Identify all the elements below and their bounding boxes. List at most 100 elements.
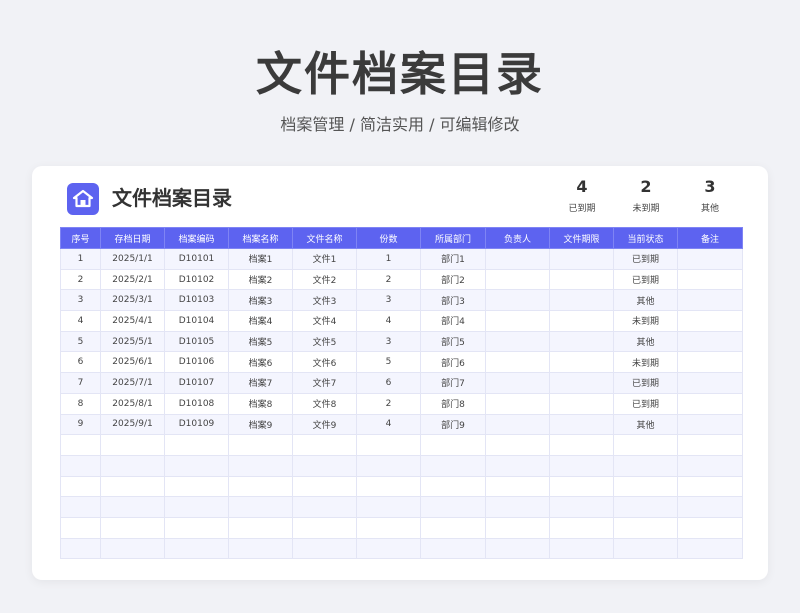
table-cell[interactable]: 6 (60, 351, 101, 374)
table-cell[interactable]: 部门3 (420, 289, 486, 312)
table-cell[interactable] (228, 516, 293, 539)
table-cell[interactable] (485, 330, 550, 353)
table-cell[interactable] (485, 434, 550, 456)
table-cell[interactable] (677, 537, 743, 560)
table-cell[interactable] (549, 372, 614, 394)
table-cell[interactable] (356, 475, 421, 498)
table-cell[interactable] (677, 475, 743, 498)
table-cell[interactable]: 已到期 (613, 372, 678, 394)
table-cell[interactable]: D10106 (164, 351, 229, 374)
table-cell[interactable]: 7 (60, 372, 101, 394)
table-cell[interactable] (292, 537, 357, 560)
table-cell[interactable]: 4 (356, 413, 421, 436)
table-cell[interactable]: 2025/8/1 (100, 392, 165, 415)
table-cell[interactable] (613, 537, 678, 560)
table-cell[interactable]: 文件6 (292, 351, 357, 374)
table-cell[interactable]: 4 (356, 310, 421, 332)
table-cell[interactable]: 文件1 (292, 248, 357, 270)
table-cell[interactable]: 部门7 (420, 372, 486, 394)
table-cell[interactable]: 部门1 (420, 248, 486, 270)
table-cell[interactable]: 档案1 (228, 248, 293, 270)
table-cell[interactable] (549, 537, 614, 560)
table-cell[interactable] (100, 475, 165, 498)
table-cell[interactable]: 1 (356, 248, 421, 270)
table-cell[interactable] (292, 516, 357, 539)
table-cell[interactable] (549, 454, 614, 477)
table-cell[interactable] (485, 248, 550, 270)
table-cell[interactable] (677, 330, 743, 353)
table-cell[interactable] (100, 454, 165, 477)
table-cell[interactable]: 文件4 (292, 310, 357, 332)
table-cell[interactable] (420, 434, 486, 456)
table-cell[interactable] (549, 392, 614, 415)
table-cell[interactable]: 文件8 (292, 392, 357, 415)
table-cell[interactable]: 3 (356, 330, 421, 353)
table-cell[interactable] (549, 248, 614, 270)
table-cell[interactable] (549, 268, 614, 291)
table-cell[interactable] (485, 496, 550, 518)
table-cell[interactable] (356, 537, 421, 560)
table-cell[interactable] (60, 537, 101, 560)
table-cell[interactable]: D10107 (164, 372, 229, 394)
table-cell[interactable] (60, 496, 101, 518)
table-cell[interactable] (228, 475, 293, 498)
table-cell[interactable] (164, 434, 229, 456)
table-cell[interactable] (549, 310, 614, 332)
table-cell[interactable] (485, 351, 550, 374)
table-cell[interactable] (677, 392, 743, 415)
table-cell[interactable] (677, 372, 743, 394)
table-cell[interactable] (60, 434, 101, 456)
table-cell[interactable] (292, 496, 357, 518)
table-cell[interactable] (100, 496, 165, 518)
table-cell[interactable]: 8 (60, 392, 101, 415)
table-cell[interactable]: 其他 (613, 289, 678, 312)
table-cell[interactable]: 文件5 (292, 330, 357, 353)
table-cell[interactable] (677, 413, 743, 436)
table-cell[interactable]: 5 (60, 330, 101, 353)
table-cell[interactable] (613, 434, 678, 456)
table-cell[interactable] (100, 537, 165, 560)
table-cell[interactable] (228, 496, 293, 518)
table-cell[interactable] (356, 454, 421, 477)
table-cell[interactable] (677, 496, 743, 518)
table-cell[interactable] (485, 289, 550, 312)
table-cell[interactable]: 未到期 (613, 310, 678, 332)
table-cell[interactable]: 4 (60, 310, 101, 332)
table-cell[interactable]: 部门5 (420, 330, 486, 353)
table-cell[interactable] (60, 516, 101, 539)
table-cell[interactable] (549, 330, 614, 353)
table-cell[interactable] (164, 537, 229, 560)
table-cell[interactable]: 2025/5/1 (100, 330, 165, 353)
table-cell[interactable] (228, 434, 293, 456)
table-cell[interactable]: 2025/2/1 (100, 268, 165, 291)
table-cell[interactable]: 已到期 (613, 248, 678, 270)
table-cell[interactable]: 部门9 (420, 413, 486, 436)
table-cell[interactable] (485, 268, 550, 291)
table-cell[interactable]: 2025/3/1 (100, 289, 165, 312)
table-cell[interactable]: 档案2 (228, 268, 293, 291)
table-cell[interactable]: 3 (60, 289, 101, 312)
table-cell[interactable]: D10109 (164, 413, 229, 436)
table-cell[interactable] (677, 248, 743, 270)
table-cell[interactable]: 1 (60, 248, 101, 270)
table-cell[interactable] (164, 516, 229, 539)
table-cell[interactable] (485, 310, 550, 332)
table-cell[interactable] (677, 434, 743, 456)
table-cell[interactable] (292, 475, 357, 498)
table-cell[interactable]: 文件2 (292, 268, 357, 291)
table-cell[interactable]: 部门8 (420, 392, 486, 415)
table-cell[interactable] (356, 434, 421, 456)
table-cell[interactable]: D10104 (164, 310, 229, 332)
table-cell[interactable]: 3 (356, 289, 421, 312)
table-cell[interactable]: 2 (356, 268, 421, 291)
table-cell[interactable]: 档案7 (228, 372, 293, 394)
table-cell[interactable] (677, 268, 743, 291)
table-cell[interactable] (677, 289, 743, 312)
table-cell[interactable] (485, 475, 550, 498)
table-cell[interactable]: 文件7 (292, 372, 357, 394)
table-cell[interactable] (677, 351, 743, 374)
table-cell[interactable] (549, 289, 614, 312)
table-cell[interactable]: 已到期 (613, 268, 678, 291)
table-cell[interactable]: 6 (356, 372, 421, 394)
table-cell[interactable]: 档案8 (228, 392, 293, 415)
